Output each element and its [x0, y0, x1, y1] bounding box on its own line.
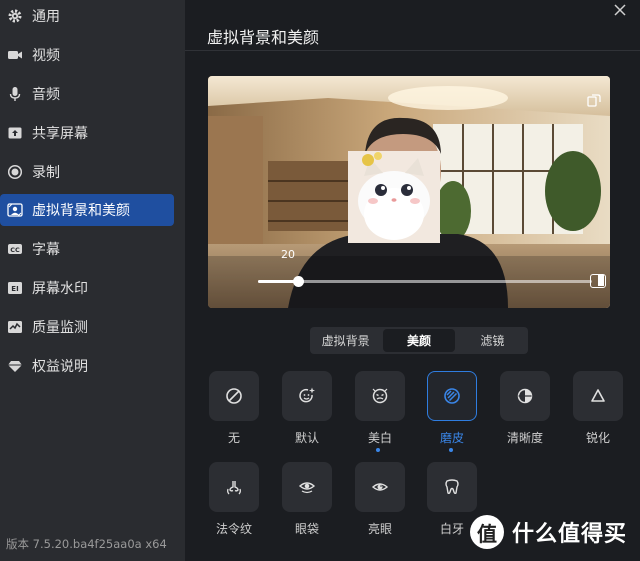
compare-button[interactable] — [590, 274, 606, 288]
tab-filter[interactable]: 滤镜 — [457, 327, 528, 354]
close-icon[interactable] — [612, 2, 628, 18]
effect-smoothing-button[interactable] — [427, 371, 477, 421]
sidebar-item-label: 通用 — [32, 9, 60, 25]
none-icon — [226, 388, 242, 404]
version-label: 版本 7.5.20.ba4f25aa0a x64 — [6, 537, 167, 551]
sidebar-item-share-screen[interactable]: 共享屏幕 — [0, 117, 174, 149]
effect-bright-eye-button[interactable] — [355, 462, 405, 512]
sidebar-item-general[interactable]: 通用 — [0, 0, 174, 32]
sidebar-item-benefits[interactable]: 权益说明 — [0, 350, 174, 382]
bright-eye-icon — [371, 483, 389, 491]
effect-nasolabial-button[interactable] — [209, 462, 259, 512]
record-icon — [7, 164, 23, 180]
effect-label: 亮眼 — [367, 522, 392, 536]
camera-preview: 20 — [208, 76, 610, 308]
effect-tabs: 虚拟背景 美颜 滤镜 — [310, 327, 528, 354]
sharpen-triangle-icon — [591, 389, 605, 402]
sidebar: 通用 视频 音频 共享屏幕 录制 虚拟背景和美颜 CC 字幕 EI 屏幕水印 质… — [0, 0, 185, 561]
adjusted-indicator-dot — [376, 448, 380, 452]
site-watermark: 值 什么值得买 — [470, 515, 627, 549]
watermark-text: 什么值得买 — [512, 522, 628, 547]
sidebar-item-captions[interactable]: CC 字幕 — [0, 233, 174, 265]
effect-white-teeth-button[interactable] — [427, 462, 477, 512]
sidebar-item-virtual-background[interactable]: 虚拟背景和美颜 — [0, 194, 174, 226]
tooth-icon — [445, 479, 459, 495]
whitening-face-icon — [372, 388, 388, 404]
mirror-icon[interactable] — [586, 92, 602, 108]
effect-label: 眼袋 — [294, 522, 319, 536]
effect-clarity-button[interactable] — [500, 371, 550, 421]
gear-icon — [7, 8, 23, 24]
effect-sharpen-button[interactable] — [573, 371, 623, 421]
sidebar-item-label: 虚拟背景和美颜 — [32, 203, 130, 219]
svg-text:EI: EI — [11, 285, 18, 293]
eye-bags-icon — [298, 482, 316, 494]
sidebar-item-label: 屏幕水印 — [32, 281, 88, 297]
sidebar-item-record[interactable]: 录制 — [0, 156, 174, 188]
page-title: 虚拟背景和美颜 — [207, 28, 320, 47]
caption-icon: CC — [7, 241, 23, 257]
virtual-background-image — [208, 76, 610, 308]
svg-text:CC: CC — [10, 246, 20, 254]
virtual-background-icon — [7, 202, 23, 218]
sidebar-item-label: 音频 — [32, 87, 60, 103]
effect-label: 默认 — [294, 431, 319, 445]
clarity-icon — [517, 388, 533, 404]
sidebar-item-video[interactable]: 视频 — [0, 39, 174, 71]
adjusted-indicator-dot — [449, 448, 453, 452]
title-divider — [185, 50, 640, 51]
sidebar-item-label: 质量监测 — [32, 320, 88, 336]
quality-monitor-icon — [7, 319, 23, 335]
effect-label: 美白 — [367, 431, 392, 445]
slider-value: 20 — [281, 248, 295, 261]
diamond-icon — [7, 358, 23, 374]
effect-label: 法令纹 — [215, 522, 252, 536]
video-camera-icon — [7, 47, 23, 63]
sidebar-item-quality-monitor[interactable]: 质量监测 — [0, 311, 174, 343]
effect-label: 磨皮 — [439, 431, 464, 445]
sidebar-item-audio[interactable]: 音频 — [0, 78, 174, 110]
effect-none-button[interactable] — [209, 371, 259, 421]
slider-thumb[interactable] — [293, 276, 305, 287]
nose-lines-icon — [227, 481, 241, 495]
tab-beauty[interactable]: 美颜 — [383, 329, 455, 352]
effect-label: 无 — [227, 431, 240, 445]
sidebar-item-label: 录制 — [32, 165, 60, 181]
effect-whitening-button[interactable] — [355, 371, 405, 421]
sidebar-item-label: 权益说明 — [32, 359, 88, 375]
effect-eye-bags-button[interactable] — [282, 462, 332, 512]
sidebar-item-label: 字幕 — [32, 242, 60, 258]
effect-label: 清晰度 — [506, 431, 543, 445]
slider-fill — [258, 280, 299, 283]
sidebar-item-label: 共享屏幕 — [32, 126, 88, 142]
smile-sparkle-icon — [299, 387, 315, 403]
sidebar-item-label: 视频 — [32, 48, 60, 64]
effect-label: 锐化 — [585, 431, 610, 445]
watermark-logo: 值 — [470, 515, 504, 549]
share-screen-icon — [7, 125, 23, 141]
effect-default-button[interactable] — [282, 371, 332, 421]
intensity-slider[interactable] — [258, 276, 592, 287]
sidebar-item-screen-watermark[interactable]: EI 屏幕水印 — [0, 272, 174, 304]
watermark-icon: EI — [7, 280, 23, 296]
smoothing-icon — [444, 388, 460, 404]
microphone-icon — [7, 86, 23, 102]
tab-virtual-background[interactable]: 虚拟背景 — [310, 327, 381, 354]
